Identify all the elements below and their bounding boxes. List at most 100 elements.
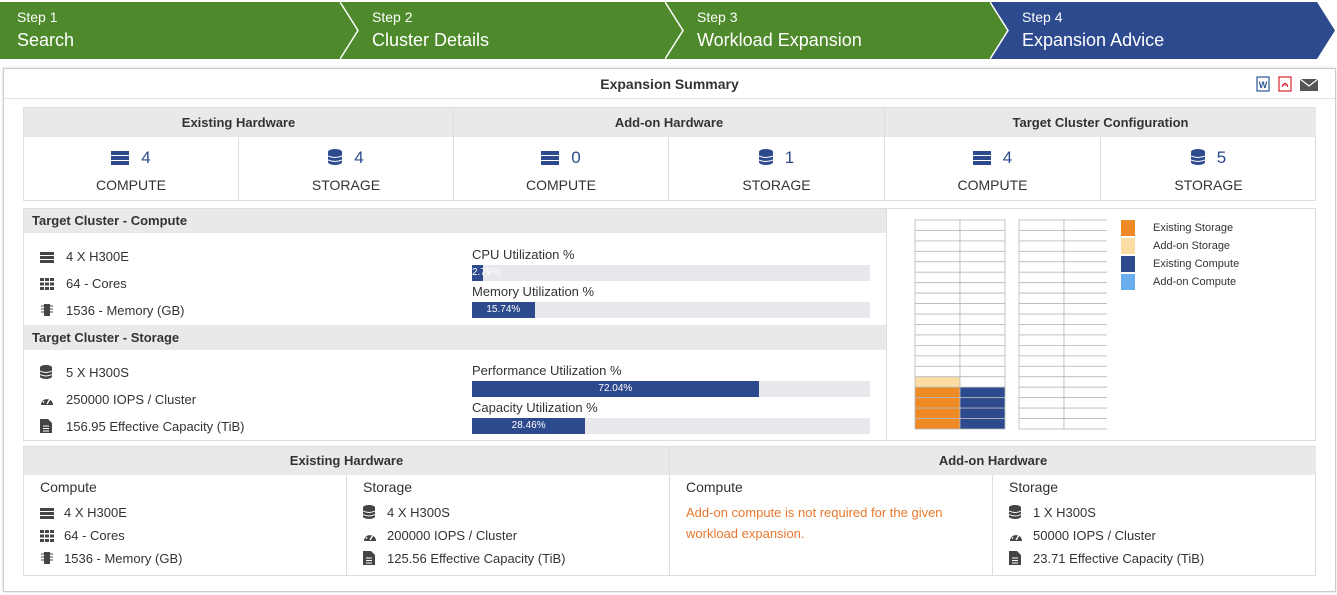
rack-unit-storage xyxy=(914,271,961,284)
memory-util-bar: 15.74% xyxy=(472,302,870,318)
rack-unit-empty xyxy=(1063,292,1107,305)
legend-label: Add-on Compute xyxy=(1153,276,1237,288)
rack-unit-storage xyxy=(914,303,961,315)
rack-unit-empty xyxy=(1063,303,1107,315)
grid-icon xyxy=(40,530,54,545)
detail-line: 23.71 Effective Capacity (TiB) xyxy=(1009,551,1204,568)
summary-header-existing: Existing Hardware xyxy=(24,108,454,137)
rack-legend: Existing Storage Add-on Storage Existing… xyxy=(1121,220,1239,292)
rack-unit-compute xyxy=(959,376,1006,388)
dashboard-icon xyxy=(40,394,54,409)
summary-header-addon: Add-on Hardware xyxy=(454,108,885,137)
rack-unit-empty xyxy=(1063,334,1107,346)
step-search[interactable]: Step 1 Search xyxy=(0,2,358,59)
server-icon xyxy=(541,150,560,170)
rack-unit-compute xyxy=(959,355,1006,367)
step-name: Expansion Advice xyxy=(1022,30,1165,50)
rack-unit-storage xyxy=(914,219,961,231)
rack-unit-compute xyxy=(959,418,1006,430)
capacity-text: 156.95 Effective Capacity (TiB) xyxy=(66,419,245,434)
word-icon[interactable]: W xyxy=(1255,76,1271,92)
target-storage-cell: 5 STORAGE xyxy=(1101,137,1316,201)
rack-unit-storage xyxy=(914,282,961,294)
capacity-util-fill: 28.46% xyxy=(472,418,586,434)
target-storage-count: 5 xyxy=(1216,148,1227,167)
dashboard-icon xyxy=(363,530,377,545)
memory-chip-icon xyxy=(40,303,54,320)
rack-unit-empty xyxy=(1018,365,1065,378)
detail-text: 200000 IOPS / Cluster xyxy=(387,528,518,543)
rack-unit-storage xyxy=(914,240,961,252)
rack-unit-empty xyxy=(1018,324,1065,336)
rack-unit-empty xyxy=(1063,240,1107,252)
legend-label: Existing Storage xyxy=(1153,222,1234,234)
legend-label: Add-on Storage xyxy=(1153,240,1231,252)
legend-existing-storage: Existing Storage xyxy=(1121,220,1239,238)
storage-label: STORAGE xyxy=(311,177,381,193)
addon-storage-column: Storage 1 X H300S 50000 IOPS / Cluster 2… xyxy=(993,475,1316,576)
rack-unit-empty xyxy=(1063,324,1107,336)
rack-unit-empty xyxy=(1063,282,1107,294)
rack-unit-compute xyxy=(959,324,1006,336)
storage-label: STORAGE xyxy=(1174,177,1243,193)
database-icon xyxy=(758,149,773,170)
rack-unit-storage xyxy=(914,365,961,378)
hardware-details-table: Existing Hardware Add-on Hardware Comput… xyxy=(23,446,1316,576)
file-icon xyxy=(363,551,377,568)
cpu-util-fill: 2.79% xyxy=(472,265,500,281)
server-icon xyxy=(40,507,54,522)
rack-unit-empty xyxy=(1018,240,1065,252)
rack-unit-empty xyxy=(1018,386,1065,399)
database-icon xyxy=(362,505,377,522)
rack-unit-storage xyxy=(914,334,961,346)
performance-util-bar: 72.04% xyxy=(472,381,870,397)
summary-header-target: Target Cluster Configuration xyxy=(885,108,1316,137)
dashboard-icon xyxy=(1009,530,1023,545)
database-icon xyxy=(1008,505,1023,522)
step-workload-expansion[interactable]: Step 3 Workload Expansion xyxy=(665,2,1008,59)
rack-unit-empty xyxy=(1063,397,1107,409)
detail-line: 1536 - Memory (GB) xyxy=(40,551,182,568)
addon-compute-note: Add-on compute is not required for the g… xyxy=(686,505,943,541)
rack-unit-compute xyxy=(959,261,1006,273)
existing-compute-count: 4 xyxy=(141,148,151,167)
detail-line: 4 X H300E xyxy=(40,505,127,522)
rack-unit-compute xyxy=(959,282,1006,294)
database-icon xyxy=(1190,149,1205,170)
rack-unit-empty xyxy=(1018,344,1065,357)
addon-compute-cell: 0 COMPUTE xyxy=(454,137,669,201)
memory-chip-icon xyxy=(40,551,54,568)
legend-existing-compute: Existing Compute xyxy=(1121,256,1239,274)
step-expansion-advice[interactable]: Step 4 Expansion Advice xyxy=(990,2,1335,59)
capacity-util-label: Capacity Utilization % xyxy=(472,400,598,415)
rack-unit-storage xyxy=(914,376,961,388)
memory-item: 1536 - Memory (GB) xyxy=(40,303,184,320)
rack-diagram xyxy=(914,219,1107,430)
step-cluster-details[interactable]: Step 2 Cluster Details xyxy=(340,2,683,59)
performance-util-label: Performance Utilization % xyxy=(472,363,622,378)
email-icon[interactable] xyxy=(1299,76,1319,92)
rack-unit-empty xyxy=(1018,407,1065,419)
pdf-icon[interactable] xyxy=(1277,76,1293,92)
legend-swatch xyxy=(1121,256,1135,272)
rack-unit-storage xyxy=(914,344,961,357)
rack-unit-empty xyxy=(1018,418,1065,430)
rack-unit-compute xyxy=(959,313,1006,325)
cpu-util-label: CPU Utilization % xyxy=(472,247,575,262)
wizard-steps: Step 1 Search Step 2 Cluster Details Ste… xyxy=(0,0,1337,62)
existing-compute-column: Compute 4 X H300E 64 - Cores 1536 - Memo… xyxy=(24,475,347,576)
rack-unit-empty xyxy=(1018,271,1065,284)
detail-text: 1536 - Memory (GB) xyxy=(64,551,183,566)
rack-unit-empty xyxy=(1063,376,1107,388)
target-compute-cell: 4 COMPUTE xyxy=(885,137,1101,201)
rack-unit-compute xyxy=(959,219,1006,231)
iops-item: 250000 IOPS / Cluster xyxy=(40,392,196,409)
rack-unit-empty xyxy=(1063,230,1107,242)
memory-util-label: Memory Utilization % xyxy=(472,284,595,299)
legend-swatch xyxy=(1121,274,1135,290)
memory-util-fill: 15.74% xyxy=(472,302,535,318)
legend-addon-compute: Add-on Compute xyxy=(1121,274,1239,292)
storage-label: STORAGE xyxy=(742,177,811,193)
existing-storage-cell: 4 STORAGE xyxy=(239,137,454,201)
detail-text: 64 - Cores xyxy=(64,528,125,543)
